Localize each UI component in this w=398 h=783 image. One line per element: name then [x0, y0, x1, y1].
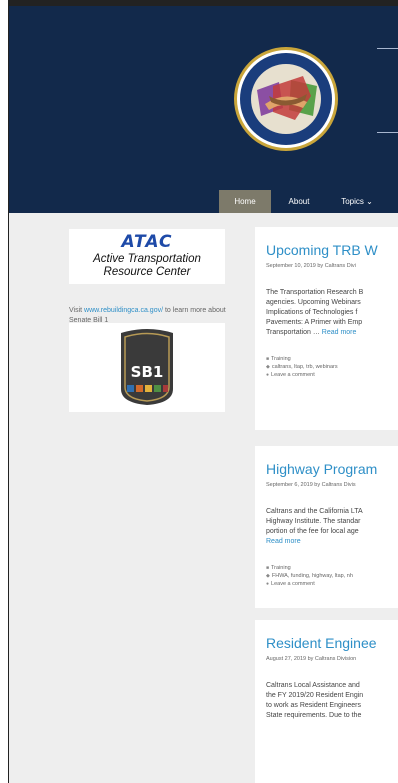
post-title[interactable]: Resident Enginee	[266, 634, 398, 652]
leave-comment-link[interactable]: Leave a comment	[271, 372, 315, 378]
header-divider	[377, 48, 398, 49]
excerpt-line: Pavements: A Primer with Emp	[266, 319, 363, 326]
post-footer: ■ Training ◆ caltrans, ltap, trb, webinars…	[266, 355, 398, 379]
excerpt-line: The Transportation Research B	[266, 289, 364, 296]
nav-about[interactable]: About	[273, 190, 325, 213]
tags-list[interactable]: FHWA, funding, highway, ltap, nh	[272, 573, 353, 579]
sb1-logo-link[interactable]: SB1	[69, 323, 225, 412]
post-meta: September 6, 2019 by Caltrans Divis	[266, 482, 356, 488]
category-link[interactable]: Training	[271, 356, 291, 362]
post-title[interactable]: Upcoming TRB W	[266, 241, 398, 259]
post-excerpt: The Transportation Research B agencies. …	[266, 288, 398, 338]
post-meta: August 27, 2019 by Caltrans Division	[266, 656, 357, 662]
folder-icon: ■	[266, 356, 270, 362]
post-excerpt: Caltrans and the California LTA Highway …	[266, 507, 398, 547]
tag-icon: ◆	[266, 573, 270, 579]
nav-topics[interactable]: Topics ⌄	[327, 190, 387, 213]
post-card: Highway Program September 6, 2019 by Cal…	[255, 446, 398, 608]
post-excerpt: Caltrans Local Assistance and the FY 201…	[266, 681, 398, 721]
post-card: Upcoming TRB W September 10, 2019 by Cal…	[255, 227, 398, 430]
rebuildingca-link[interactable]: www.rebuildingca.ca.gov/	[84, 307, 163, 314]
category-link[interactable]: Training	[271, 565, 291, 571]
browser-frame: Home About Topics ⌄ ATAC Active Transpor…	[8, 0, 398, 783]
read-more-link[interactable]: Read more	[266, 538, 301, 545]
nav-home[interactable]: Home	[219, 190, 271, 213]
excerpt-line: Highway Institute. The standar	[266, 518, 361, 525]
site-header	[9, 6, 398, 190]
read-more-link[interactable]: Read more	[322, 329, 357, 336]
excerpt-line: Caltrans Local Assistance and	[266, 682, 360, 689]
excerpt-line: to work as Resident Engineers	[266, 702, 361, 709]
excerpt-line: the FY 2019/20 Resident Engin	[266, 692, 364, 699]
header-divider	[377, 132, 398, 133]
comment-icon: ●	[266, 372, 270, 378]
leave-comment-link[interactable]: Leave a comment	[271, 581, 315, 587]
main-nav: Home About Topics ⌄	[9, 190, 398, 213]
tags-list[interactable]: caltrans, ltap, trb, webinars	[272, 364, 338, 370]
excerpt-line: Caltrans and the California LTA	[266, 508, 363, 515]
atac-line1: Active Transportation	[93, 253, 201, 265]
post-footer: ■ Training ◆ FHWA, funding, highway, ltap,…	[266, 564, 398, 588]
tag-icon: ◆	[266, 364, 270, 370]
post-title[interactable]: Highway Program	[266, 460, 398, 478]
visit-prefix: Visit	[69, 307, 85, 314]
post-meta: September 10, 2019 by Caltrans Divi	[266, 263, 356, 269]
atac-logo-link[interactable]: ATAC Active Transportation Resource Cent…	[69, 229, 225, 284]
excerpt-line: Implications of Technologies f	[266, 309, 358, 316]
excerpt-line: portion of the fee for local age	[266, 528, 359, 535]
folder-icon: ■	[266, 565, 270, 571]
caltrans-dla-logo[interactable]	[233, 46, 339, 152]
sb1-label: SB1	[131, 363, 164, 381]
post-card: Resident Enginee August 27, 2019 by Calt…	[255, 620, 398, 783]
atac-brand: ATAC	[121, 232, 173, 252]
excerpt-line: Transportation …	[266, 329, 322, 336]
sb1-shield-icon: SB1	[121, 329, 173, 405]
excerpt-line: agencies. Upcoming Webinars	[266, 299, 361, 306]
atac-line2: Resource Center	[103, 266, 191, 278]
comment-icon: ●	[266, 581, 270, 587]
excerpt-line: State requirements. Due to the	[266, 712, 362, 719]
